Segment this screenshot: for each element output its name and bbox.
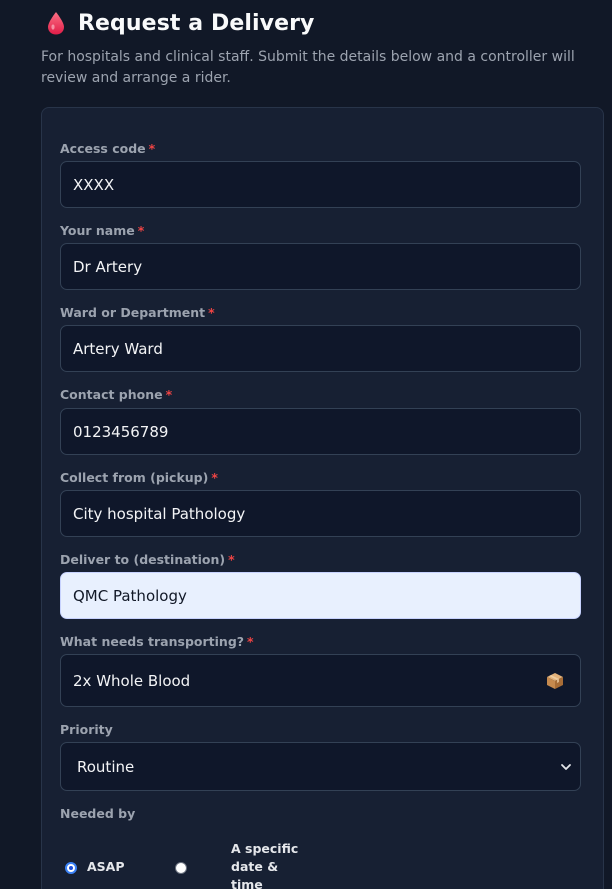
priority-selected-value: Routine [77, 757, 135, 776]
access-code-label-text: Access code [60, 141, 146, 156]
your-name-label-text: Your name [60, 223, 135, 238]
radio-specific-date-label[interactable]: A specific date & time [231, 840, 298, 889]
required-marker: * [148, 141, 156, 156]
transport-item-label-text: What needs transporting? [60, 634, 245, 649]
priority-label-text: Priority [60, 722, 113, 737]
ward-label: Ward or Department * [60, 305, 215, 320]
required-marker: * [228, 552, 235, 567]
collect-from-value: City hospital Pathology [73, 504, 246, 523]
your-name-label: Your name * [60, 223, 144, 238]
contact-phone-label: Contact phone * [60, 387, 172, 402]
radio-asap-label[interactable]: ASAP [87, 858, 125, 876]
needed-by-label-text: Needed by [60, 806, 136, 821]
page-title: Request a Delivery [78, 10, 315, 36]
required-marker: * [211, 470, 218, 485]
transport-item-input[interactable]: 2x Whole Blood [60, 654, 581, 707]
blood-drop-icon [48, 12, 64, 35]
contact-phone-label-text: Contact phone [60, 387, 163, 402]
chevron-down-icon [561, 763, 571, 770]
radio-specific-date[interactable] [175, 862, 187, 874]
required-marker: * [208, 305, 215, 320]
access-code-value: XXXX [73, 175, 115, 194]
required-marker: * [247, 634, 254, 649]
access-code-label: Access code * [60, 141, 155, 156]
required-marker: * [165, 387, 173, 402]
page-subtitle: For hospitals and clinical staff. Submit… [41, 49, 575, 86]
ward-value: Artery Ward [73, 339, 163, 358]
your-name-value: Dr Artery [73, 257, 143, 276]
your-name-input[interactable]: Dr Artery [60, 243, 581, 290]
ward-input[interactable]: Artery Ward [60, 325, 581, 372]
needed-by-label: Needed by [60, 806, 135, 821]
collect-from-label: Collect from (pickup) * [60, 470, 218, 485]
radio-specific-date-label-line: time [231, 877, 263, 889]
priority-select[interactable]: Routine [60, 742, 581, 791]
deliver-to-value: QMC Pathology [73, 586, 187, 605]
access-code-input[interactable]: XXXX [60, 161, 581, 208]
deliver-to-label: Deliver to (destination) * [60, 552, 235, 567]
deliver-to-input[interactable]: QMC Pathology [60, 572, 581, 619]
ward-label-text: Ward or Department [60, 305, 206, 320]
page-header: Request a Delivery [45, 10, 315, 36]
deliver-to-label-text: Deliver to (destination) [60, 552, 226, 567]
collect-from-input[interactable]: City hospital Pathology [60, 490, 581, 537]
package-icon[interactable] [546, 672, 564, 690]
radio-specific-date-label-line: A specific [231, 841, 299, 856]
contact-phone-value: 0123456789 [73, 422, 169, 441]
collect-from-label-text: Collect from (pickup) [60, 470, 209, 485]
request-delivery-page: Request a Delivery For hospitals and cli… [0, 0, 612, 889]
transport-item-value: 2x Whole Blood [73, 671, 191, 690]
transport-item-label: What needs transporting? * [60, 634, 254, 649]
required-marker: * [137, 223, 145, 238]
contact-phone-input[interactable]: 0123456789 [60, 408, 581, 455]
priority-label: Priority [60, 722, 113, 737]
radio-specific-date-label-line: date & [231, 859, 279, 874]
radio-asap[interactable] [65, 862, 77, 874]
